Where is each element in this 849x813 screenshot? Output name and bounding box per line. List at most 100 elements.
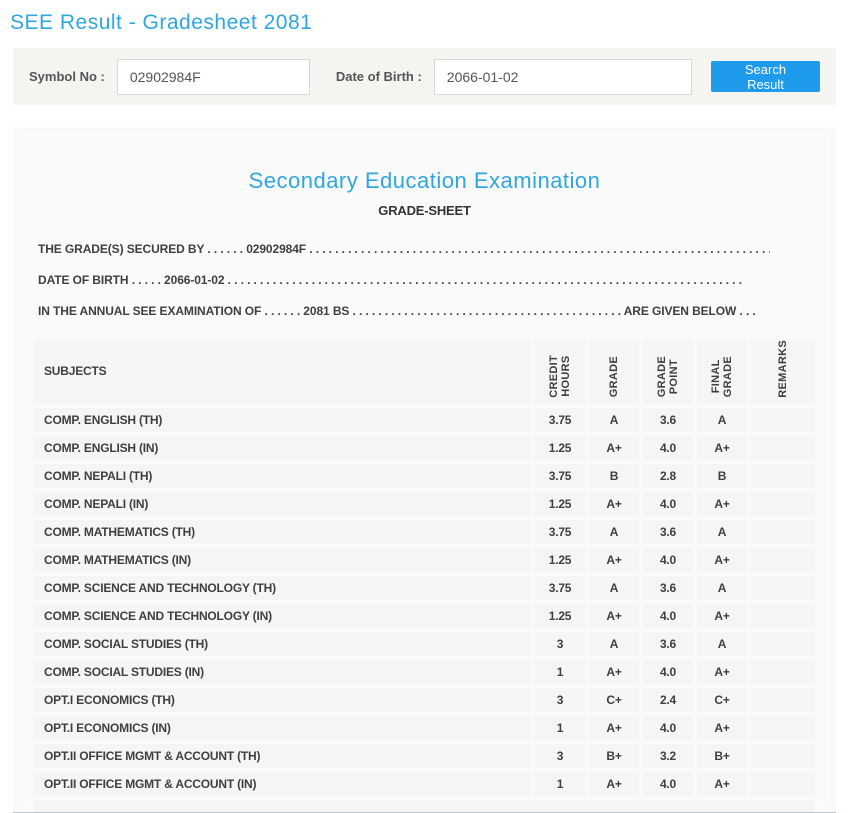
final-grade-cell: A+ xyxy=(697,547,747,572)
gpa-value: GRADE POINT AVERAGE (GPA) : 3.45 xyxy=(34,799,815,812)
credit-hours-cell: 1 xyxy=(535,715,585,740)
subject-cell: OPT.II OFFICE MGMT & ACCOUNT (TH) xyxy=(34,743,531,768)
credit-hours-cell: 1.25 xyxy=(535,491,585,516)
subject-cell: COMP. NEPALI (IN) xyxy=(34,491,531,516)
final-grade-cell: A xyxy=(697,519,747,544)
remarks-cell xyxy=(751,603,815,628)
table-row: OPT.I ECONOMICS (TH) 3 C+ 2.4 C+ xyxy=(34,687,815,712)
grade-cell: A+ xyxy=(589,715,639,740)
remarks-cell xyxy=(751,547,815,572)
remarks-cell xyxy=(751,575,815,600)
date-of-birth-label: Date of Birth : xyxy=(335,69,422,84)
remarks-cell xyxy=(751,659,815,684)
grade-cell: C+ xyxy=(589,687,639,712)
credit-hours-label: CREDIT HOURS xyxy=(548,354,572,398)
table-row: COMP. NEPALI (IN) 1.25 A+ 4.0 A+ xyxy=(34,491,815,516)
page-title: SEE Result - Gradesheet 2081 xyxy=(10,11,313,34)
remarks-cell xyxy=(751,771,815,796)
table-row: COMP. SOCIAL STUDIES (IN) 1 A+ 4.0 A+ xyxy=(34,659,815,684)
credit-hours-cell: 3.75 xyxy=(535,407,585,432)
symbol-no-label: Symbol No : xyxy=(29,69,105,84)
subject-cell: COMP. MATHEMATICS (IN) xyxy=(34,547,531,572)
grade-point-cell: 2.8 xyxy=(643,463,693,488)
symbol-no-input[interactable] xyxy=(116,58,310,95)
date-of-birth-input[interactable] xyxy=(433,58,692,95)
examination-year-line: IN THE ANNUAL SEE EXAMINATION OF . . . .… xyxy=(38,304,756,318)
grade-table: SUBJECTS CREDIT HOURS GRADE GRADE POINT … xyxy=(30,335,819,812)
grade-point-cell: 2.4 xyxy=(643,687,693,712)
grade-point-cell: 4.0 xyxy=(643,715,693,740)
remarks-cell xyxy=(751,435,815,460)
table-row: COMP. ENGLISH (TH) 3.75 A 3.6 A xyxy=(34,407,815,432)
final-grade-cell: B xyxy=(697,463,747,488)
grade-table-body: COMP. ENGLISH (TH) 3.75 A 3.6 A COMP. EN… xyxy=(34,407,815,796)
gpa-row: GRADE POINT AVERAGE (GPA) : 3.45 xyxy=(34,799,815,812)
secured-by-line: THE GRADE(S) SECURED BY . . . . . . 0290… xyxy=(38,242,770,256)
grade-cell: A xyxy=(589,631,639,656)
grade-cell: B xyxy=(589,463,639,488)
grade-column-header: GRADE xyxy=(589,339,639,404)
final-grade-cell: A+ xyxy=(697,435,747,460)
grade-table-header-row: SUBJECTS CREDIT HOURS GRADE GRADE POINT … xyxy=(34,339,815,404)
grade-cell: A+ xyxy=(589,547,639,572)
credit-hours-cell: 3.75 xyxy=(535,575,585,600)
final-grade-cell: A+ xyxy=(697,659,747,684)
grade-point-cell: 4.0 xyxy=(643,659,693,684)
grade-cell: A xyxy=(589,575,639,600)
credit-hours-cell: 3 xyxy=(535,743,585,768)
grade-point-cell: 4.0 xyxy=(643,603,693,628)
final-grade-cell: A+ xyxy=(697,491,747,516)
credit-hours-cell: 3 xyxy=(535,631,585,656)
credit-hours-cell: 3.75 xyxy=(535,519,585,544)
grade-cell: B+ xyxy=(589,743,639,768)
credit-hours-cell: 1.25 xyxy=(535,603,585,628)
grade-point-cell: 4.0 xyxy=(643,435,693,460)
table-row: COMP. SCIENCE AND TECHNOLOGY (TH) 3.75 A… xyxy=(34,575,815,600)
table-row: OPT.I ECONOMICS (IN) 1 A+ 4.0 A+ xyxy=(34,715,815,740)
remarks-cell xyxy=(751,715,815,740)
date-of-birth-line: DATE OF BIRTH . . . . . 2066-01-02 . . .… xyxy=(38,273,742,287)
final-grade-cell: A xyxy=(697,575,747,600)
search-result-button[interactable]: Search Result xyxy=(711,61,820,92)
exam-heading: Secondary Education Examination xyxy=(248,168,601,193)
grade-cell: A xyxy=(589,407,639,432)
subject-cell: COMP. ENGLISH (TH) xyxy=(34,407,531,432)
credit-hours-cell: 1.25 xyxy=(535,435,585,460)
gradesheet-panel: Secondary Education Examination GRADE-SH… xyxy=(13,127,836,813)
final-grade-cell: A xyxy=(697,631,747,656)
credit-hours-column-header: CREDIT HOURS xyxy=(535,339,585,404)
remarks-label: REMARKS xyxy=(777,340,789,398)
final-grade-label: FINAL GRADE xyxy=(710,356,734,398)
remarks-cell xyxy=(751,631,815,656)
table-row: COMP. SCIENCE AND TECHNOLOGY (IN) 1.25 A… xyxy=(34,603,815,628)
grade-point-cell: 4.0 xyxy=(643,771,693,796)
subject-cell: COMP. SCIENCE AND TECHNOLOGY (TH) xyxy=(34,575,531,600)
final-grade-cell: A+ xyxy=(697,715,747,740)
grade-cell: A+ xyxy=(589,435,639,460)
subject-cell: COMP. MATHEMATICS (TH) xyxy=(34,519,531,544)
grade-cell: A+ xyxy=(589,491,639,516)
remarks-cell xyxy=(751,407,815,432)
credit-hours-cell: 1 xyxy=(535,659,585,684)
grade-cell: A+ xyxy=(589,659,639,684)
subject-cell: OPT.I ECONOMICS (TH) xyxy=(34,687,531,712)
subject-cell: COMP. NEPALI (TH) xyxy=(34,463,531,488)
table-row: COMP. SOCIAL STUDIES (TH) 3 A 3.6 A xyxy=(34,631,815,656)
grade-cell: A xyxy=(589,519,639,544)
table-row: COMP. NEPALI (TH) 3.75 B 2.8 B xyxy=(34,463,815,488)
gradesheet-subheading: GRADE-SHEET xyxy=(378,203,471,218)
table-row: OPT.II OFFICE MGMT & ACCOUNT (TH) 3 B+ 3… xyxy=(34,743,815,768)
gradesheet: Secondary Education Examination GRADE-SH… xyxy=(21,135,828,812)
subject-cell: OPT.II OFFICE MGMT & ACCOUNT (IN) xyxy=(34,771,531,796)
table-row: COMP. ENGLISH (IN) 1.25 A+ 4.0 A+ xyxy=(34,435,815,460)
search-bar: Symbol No : Date of Birth : Search Resul… xyxy=(13,48,836,105)
grade-point-cell: 4.0 xyxy=(643,547,693,572)
subject-cell: COMP. SOCIAL STUDIES (TH) xyxy=(34,631,531,656)
remarks-cell xyxy=(751,743,815,768)
grade-cell: A+ xyxy=(589,603,639,628)
grade-point-label: GRADE POINT xyxy=(656,356,680,398)
remarks-cell xyxy=(751,687,815,712)
final-grade-column-header: FINAL GRADE xyxy=(697,339,747,404)
subject-cell: OPT.I ECONOMICS (IN) xyxy=(34,715,531,740)
grade-point-cell: 3.6 xyxy=(643,631,693,656)
